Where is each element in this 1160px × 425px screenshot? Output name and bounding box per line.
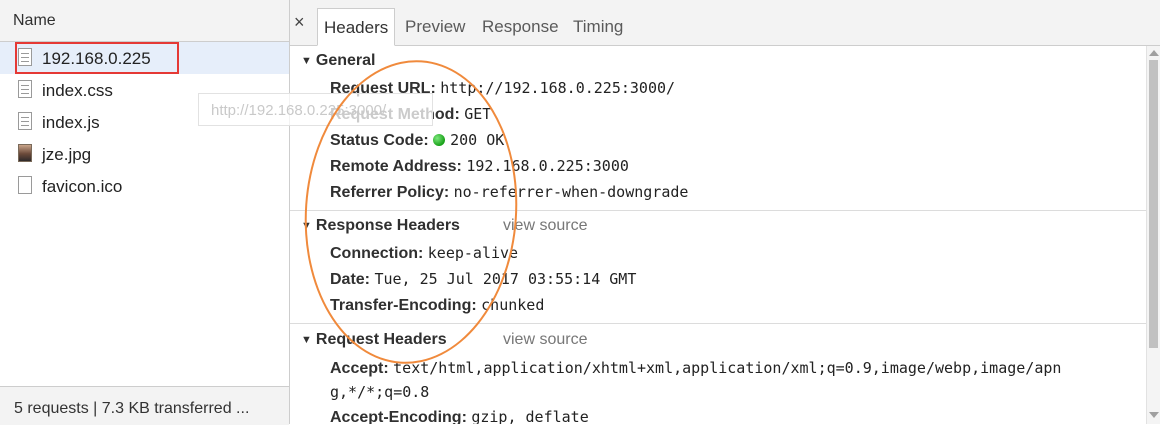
header-value: http://192.168.0.225:3000/ (440, 79, 676, 97)
scroll-thumb[interactable] (1149, 60, 1158, 348)
url-tooltip: http://192.168.0.225:3000/ (198, 93, 433, 126)
name-column-header[interactable]: Name (0, 0, 289, 42)
response-view-source-link[interactable]: view source (503, 217, 587, 235)
response-headers-title: Response Headers (315, 217, 460, 234)
tab-headers[interactable]: Headers (317, 8, 396, 46)
status-bar: 5 requests | 7.3 KB transferred ... (0, 386, 289, 425)
tooltip-text: http://192.168.0.225:3000/ (211, 102, 387, 119)
header-value: Tue, 25 Jul 2017 03:55:14 GMT (374, 270, 637, 288)
tab-response[interactable]: Response (476, 8, 565, 45)
general-title: General (315, 52, 376, 69)
response-header-row: Transfer-Encoding: chunked (330, 296, 544, 315)
scroll-up-arrow-icon[interactable] (1149, 50, 1159, 56)
header-key: Connection: (330, 245, 424, 262)
expand-triangle-icon: ▼ (301, 334, 312, 346)
blank-file-icon (18, 176, 32, 194)
header-key: Referrer Policy: (330, 184, 450, 201)
vertical-scrollbar[interactable] (1146, 46, 1160, 424)
highlight-box-annotation (15, 42, 179, 74)
document-icon (18, 112, 32, 130)
request-header-row: Accept-Encoding: gzip, deflate (330, 408, 589, 424)
request-headers-title: Request Headers (315, 331, 447, 348)
header-key: Accept-Encoding: (330, 409, 467, 424)
request-name: jze.jpg (42, 145, 92, 164)
document-icon (18, 80, 32, 98)
expand-triangle-icon: ▼ (301, 55, 312, 67)
request-header-row: Accept: text/html,application/xhtml+xml,… (330, 359, 1061, 378)
header-value: no-referrer-when-downgrade (453, 183, 689, 201)
header-value: keep-alive (427, 244, 519, 262)
request-view-source-link[interactable]: view source (503, 331, 587, 349)
header-key: Date: (330, 271, 371, 288)
request-name: favicon.ico (42, 177, 123, 196)
request-summary: 5 requests | 7.3 KB transferred ... (14, 400, 250, 417)
request-row-jze-jpg[interactable]: jze.jpg (0, 138, 289, 170)
scroll-down-arrow-icon[interactable] (1149, 412, 1159, 418)
request-details-panel: × Headers Preview Response Timing ▼ Gener… (290, 0, 1160, 424)
header-key: Accept: (330, 360, 389, 377)
header-value: 192.168.0.225:3000 (466, 157, 629, 175)
general-row: Status Code: 200 OK (330, 131, 504, 150)
name-column-label: Name (13, 12, 56, 29)
request-header-row-continued: g,*/*;q=0.8 (330, 383, 429, 402)
section-divider (290, 210, 1146, 211)
request-row-favicon-ico[interactable]: favicon.ico (0, 170, 289, 202)
header-key: Status Code: (330, 132, 429, 149)
header-value: 200 OK (450, 131, 505, 149)
header-key: Remote Address: (330, 158, 462, 175)
header-value: text/html,application/xhtml+xml,applicat… (393, 359, 1062, 377)
request-name: index.css (42, 81, 113, 100)
response-header-row: Date: Tue, 25 Jul 2017 03:55:14 GMT (330, 270, 636, 289)
response-headers-section-toggle[interactable]: ▼ Response Headers (301, 217, 460, 235)
request-headers-section-toggle[interactable]: ▼ Request Headers (301, 331, 447, 349)
image-icon (18, 144, 32, 162)
header-value: g,*/*;q=0.8 (330, 383, 430, 401)
response-header-row: Connection: keep-alive (330, 244, 518, 263)
status-ok-icon (433, 133, 446, 146)
close-icon[interactable]: × (294, 12, 305, 33)
general-row: Remote Address: 192.168.0.225:3000 (330, 157, 629, 176)
tab-preview[interactable]: Preview (399, 8, 471, 45)
header-key: Transfer-Encoding: (330, 297, 477, 314)
general-row: Referrer Policy: no-referrer-when-downgr… (330, 183, 688, 202)
header-value: chunked (481, 296, 545, 314)
general-section-toggle[interactable]: ▼ General (301, 52, 375, 70)
header-value: GET (464, 105, 492, 123)
tab-timing[interactable]: Timing (567, 8, 629, 45)
details-tab-bar: × Headers Preview Response Timing (290, 0, 1160, 46)
section-divider (290, 323, 1146, 324)
request-name: index.js (42, 113, 100, 132)
expand-triangle-icon: ▼ (301, 220, 312, 232)
header-value: gzip, deflate (471, 408, 589, 424)
